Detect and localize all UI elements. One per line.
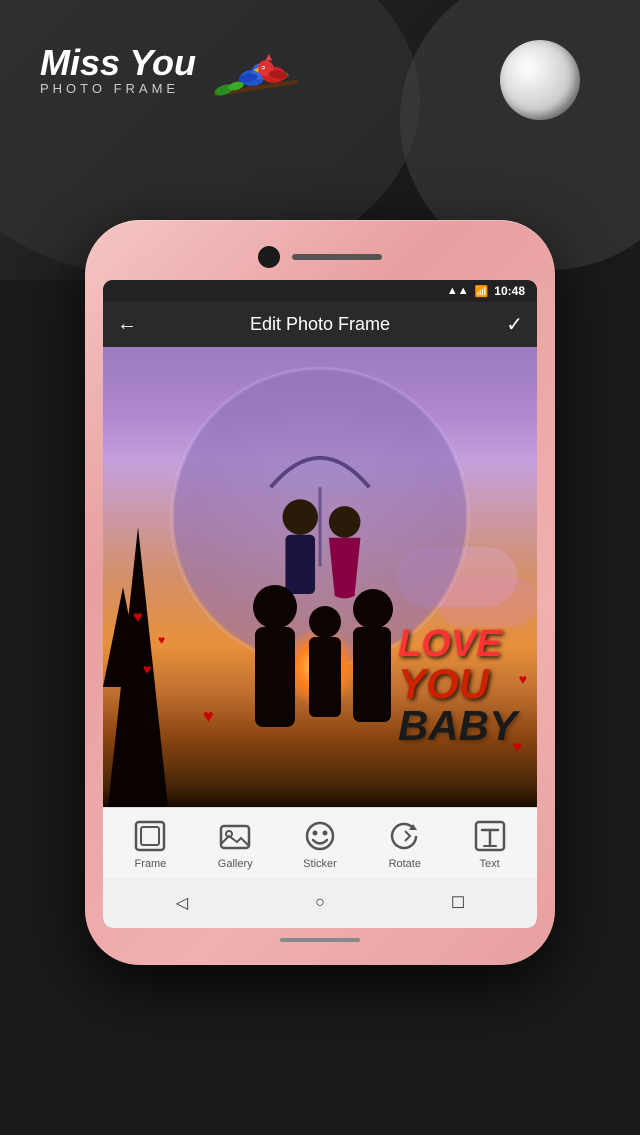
status-time: 10:48 (494, 284, 525, 298)
phone-screen: ▲▲ 📶 10:48 ← Edit Photo Frame ✓ (103, 280, 537, 928)
home-indicator (280, 938, 360, 942)
toolbar-title: Edit Photo Frame (147, 314, 493, 335)
toolbar-text[interactable]: Text (472, 818, 508, 870)
sticker-icon (302, 818, 338, 854)
birds-icon: ♥ (206, 30, 306, 110)
frame-icon (132, 818, 168, 854)
phone-speaker (292, 254, 382, 260)
check-button[interactable]: ✓ (493, 312, 523, 337)
love-text-overlay: LOVE YOU BABY (398, 625, 517, 747)
app-logo: Miss You PHOTO FRAME ♥ (40, 30, 306, 110)
frame-label: Frame (135, 858, 167, 870)
toolbar-frame[interactable]: Frame (132, 818, 168, 870)
tree-left-icon (103, 527, 173, 807)
top-right-circle (500, 40, 580, 120)
heart-4: ♥ (203, 706, 214, 727)
rotate-label: Rotate (389, 858, 421, 870)
sticker-label: Sticker (303, 858, 337, 870)
love-line3: BABY (398, 705, 517, 747)
svg-text:♥: ♥ (261, 60, 265, 67)
phone-bottom-bar (103, 928, 537, 947)
app-toolbar: ← Edit Photo Frame ✓ (103, 302, 537, 347)
signal-icon: ▲▲ (447, 285, 469, 297)
logo-text: Miss You PHOTO FRAME (40, 45, 196, 96)
phone-outer: ▲▲ 📶 10:48 ← Edit Photo Frame ✓ (85, 220, 555, 965)
rotate-icon (387, 818, 423, 854)
toolbar-rotate[interactable]: Rotate (387, 818, 423, 870)
heart-3: ♥ (143, 661, 151, 677)
love-line2: YOU (398, 663, 517, 705)
photo-area: ♥ ♥ ♥ ♥ ♥ ♥ LOVE YOU BABY (103, 347, 537, 807)
battery-icon: 📶 (475, 285, 489, 298)
heart-2: ♥ (158, 633, 165, 647)
nav-recent-button[interactable]: ☐ (443, 888, 473, 918)
love-line1: LOVE (398, 625, 517, 663)
phone-nav: ◁ ○ ☐ (103, 878, 537, 928)
nav-home-button[interactable]: ○ (305, 888, 335, 918)
nav-back-button[interactable]: ◁ (167, 888, 197, 918)
gallery-label: Gallery (218, 858, 253, 870)
back-button[interactable]: ← (117, 313, 147, 336)
text-label: Text (479, 858, 499, 870)
app-subtitle: PHOTO FRAME (40, 81, 196, 96)
phone-wrapper: ▲▲ 📶 10:48 ← Edit Photo Frame ✓ (85, 220, 555, 965)
heart-1: ♥ (133, 609, 143, 627)
gallery-icon (217, 818, 253, 854)
phone-camera (258, 246, 280, 268)
heart-6: ♥ (519, 671, 527, 687)
bottom-toolbar: Frame Gallery (103, 807, 537, 878)
phone-top-bar (103, 238, 537, 280)
text-icon (472, 818, 508, 854)
app-title: Miss You (40, 45, 196, 81)
toolbar-gallery[interactable]: Gallery (217, 818, 253, 870)
status-bar: ▲▲ 📶 10:48 (103, 280, 537, 302)
toolbar-sticker[interactable]: Sticker (302, 818, 338, 870)
